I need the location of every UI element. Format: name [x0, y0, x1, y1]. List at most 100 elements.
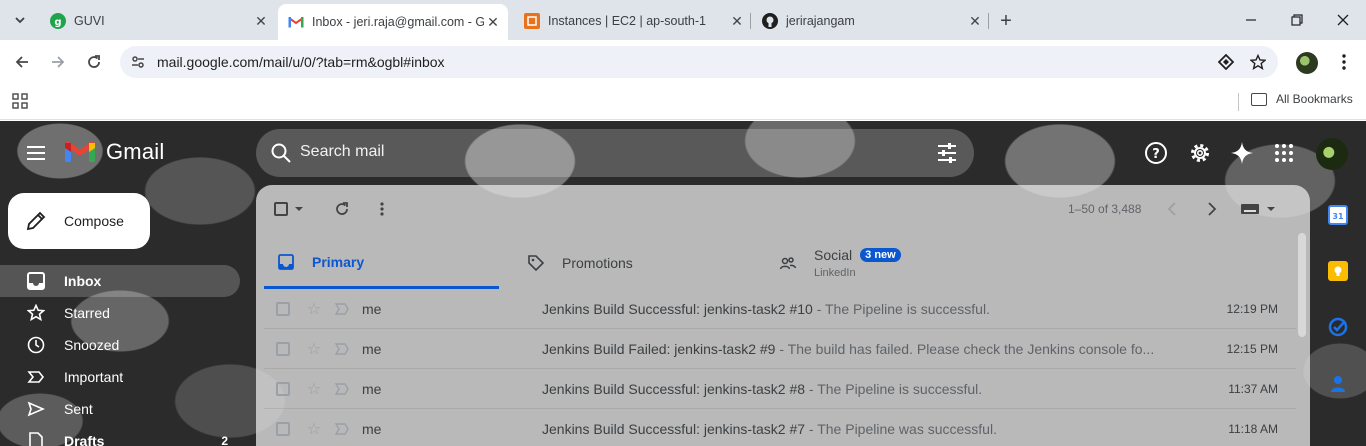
browser-tab-gmail[interactable]: Inbox - jeri.raja@gmail.com - G ✕ — [278, 4, 508, 40]
email-row[interactable]: ☆ me Jenkins Build Successful: jenkins-t… — [264, 409, 1296, 446]
sidebar-item-label: Starred — [64, 305, 110, 321]
forward-button[interactable] — [44, 48, 72, 76]
close-window-button[interactable] — [1320, 0, 1366, 40]
search-options-icon[interactable] — [936, 142, 958, 164]
account-avatar[interactable] — [1316, 138, 1348, 170]
contacts-icon[interactable] — [1328, 373, 1348, 393]
select-all-checkbox[interactable] — [274, 197, 310, 221]
main-menu-button[interactable] — [24, 141, 48, 165]
email-row[interactable]: ☆ me Jenkins Build Successful: jenkins-t… — [264, 369, 1296, 409]
calendar-icon[interactable]: 31 — [1328, 205, 1348, 225]
row-checkbox[interactable] — [276, 421, 290, 436]
github-logo-icon — [762, 13, 778, 29]
sidebar-item-label: Inbox — [64, 273, 102, 289]
chevron-down-icon — [15, 17, 25, 24]
star-icon — [26, 303, 46, 323]
draft-icon — [26, 431, 46, 446]
sidebar-item-sent[interactable]: Sent — [0, 393, 240, 425]
sidebar-item-drafts[interactable]: Drafts 2 — [0, 425, 240, 446]
close-tab-icon[interactable]: ✕ — [728, 12, 746, 30]
newer-page-button[interactable] — [1160, 197, 1184, 221]
email-snippet: - The Pipeline is successful. — [805, 380, 983, 397]
new-tab-button[interactable]: + — [994, 9, 1018, 33]
important-marker-icon[interactable] — [334, 421, 350, 437]
close-tab-icon[interactable]: ✕ — [484, 13, 502, 31]
back-button[interactable] — [8, 48, 36, 76]
sidebar-item-snoozed[interactable]: Snoozed — [0, 329, 240, 361]
more-vert-icon — [1342, 54, 1346, 70]
address-bar[interactable]: mail.google.com/mail/u/0/?tab=rm&ogbl#in… — [120, 46, 1278, 78]
apps-grid-icon[interactable] — [12, 93, 28, 109]
older-page-button[interactable] — [1200, 197, 1224, 221]
mail-list-scrollbar[interactable] — [1298, 233, 1306, 337]
sidebar-item-important[interactable]: Important — [0, 361, 240, 393]
search-input[interactable]: Search mail — [300, 143, 384, 161]
chevron-left-icon — [1167, 202, 1176, 216]
reload-icon — [88, 55, 100, 68]
tab-primary[interactable]: Primary — [264, 237, 499, 289]
search-icon[interactable] — [270, 142, 292, 164]
compose-button[interactable]: Compose — [8, 193, 150, 249]
close-tab-icon[interactable]: ✕ — [252, 12, 270, 30]
star-icon[interactable]: ☆ — [306, 341, 322, 358]
browser-menu-button[interactable] — [1334, 52, 1354, 72]
email-row[interactable]: ☆ me Jenkins Build Successful: jenkins-t… — [264, 289, 1296, 329]
star-icon[interactable]: ☆ — [306, 301, 322, 318]
social-tab-text: Social 3 new LinkedIn — [814, 247, 901, 279]
more-actions-button[interactable] — [370, 197, 394, 221]
gmail-logo[interactable]: Gmail — [64, 139, 164, 165]
folder-icon — [1251, 92, 1267, 106]
email-row[interactable]: ☆ me Jenkins Build Failed: jenkins-task2… — [264, 329, 1296, 369]
google-apps-icon[interactable] — [1271, 140, 1297, 166]
reload-button[interactable] — [80, 48, 108, 76]
minimize-button[interactable] — [1228, 0, 1274, 40]
tab-label: Primary — [312, 253, 365, 270]
settings-gear-icon[interactable] — [1187, 140, 1213, 166]
tab-separator — [750, 13, 751, 29]
close-icon — [1337, 14, 1349, 26]
bookmark-star-icon[interactable] — [1248, 52, 1268, 72]
tasks-icon[interactable] — [1328, 317, 1348, 337]
important-marker-icon[interactable] — [334, 341, 350, 357]
help-icon[interactable]: ? — [1143, 140, 1169, 166]
tab-promotions[interactable]: Promotions — [526, 237, 766, 289]
sidebar-item-inbox[interactable]: Inbox — [0, 265, 240, 297]
row-checkbox[interactable] — [276, 341, 290, 356]
people-icon — [778, 253, 798, 273]
site-info-icon[interactable] — [128, 52, 148, 72]
star-icon[interactable]: ☆ — [306, 421, 322, 438]
row-checkbox[interactable] — [276, 381, 290, 396]
more-vert-icon — [380, 202, 384, 216]
browser-tab-guvi[interactable]: g GUVI ✕ — [40, 6, 270, 36]
mail-list-panel: 1–50 of 3,488 Primary Promotions Social … — [256, 185, 1310, 446]
restore-button[interactable] — [1274, 0, 1320, 40]
email-subject: Jenkins Build Failed: jenkins-task2 #9 — [542, 340, 776, 357]
keep-icon[interactable] — [1328, 261, 1348, 281]
gmail-app: Gmail Search mail ? Compose Inbox Starre… — [0, 121, 1366, 446]
bookmarks-separator — [1238, 93, 1239, 111]
browser-tab-ec2[interactable]: Instances | EC2 | ap-south-1 ✕ — [516, 6, 746, 36]
input-tools-button[interactable] — [1238, 197, 1278, 221]
send-icon — [26, 399, 46, 419]
star-icon[interactable]: ☆ — [306, 381, 322, 398]
tab-title: GUVI — [74, 14, 105, 28]
important-marker-icon[interactable] — [334, 301, 350, 317]
refresh-button[interactable] — [330, 197, 354, 221]
all-bookmarks-button[interactable]: All Bookmarks — [1251, 92, 1353, 106]
gemini-sparkle-icon[interactable] — [1229, 140, 1255, 166]
sidebar-item-label: Sent — [64, 401, 93, 417]
browser-tab-github[interactable]: jerirajangam ✕ — [754, 6, 984, 36]
profile-avatar[interactable] — [1296, 52, 1318, 74]
tab-title: jerirajangam — [786, 14, 855, 28]
extension-diamond-icon[interactable] — [1216, 52, 1236, 72]
close-tab-icon[interactable]: ✕ — [966, 12, 984, 30]
mail-toolbar: 1–50 of 3,488 — [256, 185, 1310, 233]
refresh-icon — [336, 202, 348, 215]
tab-search-button[interactable] — [8, 8, 32, 32]
row-checkbox[interactable] — [276, 301, 290, 316]
important-marker-icon[interactable] — [334, 381, 350, 397]
search-bar[interactable]: Search mail — [256, 129, 974, 177]
sidebar-item-starred[interactable]: Starred — [0, 297, 240, 329]
tab-social[interactable]: Social 3 new LinkedIn — [778, 237, 1018, 289]
svg-text:g: g — [54, 17, 61, 28]
